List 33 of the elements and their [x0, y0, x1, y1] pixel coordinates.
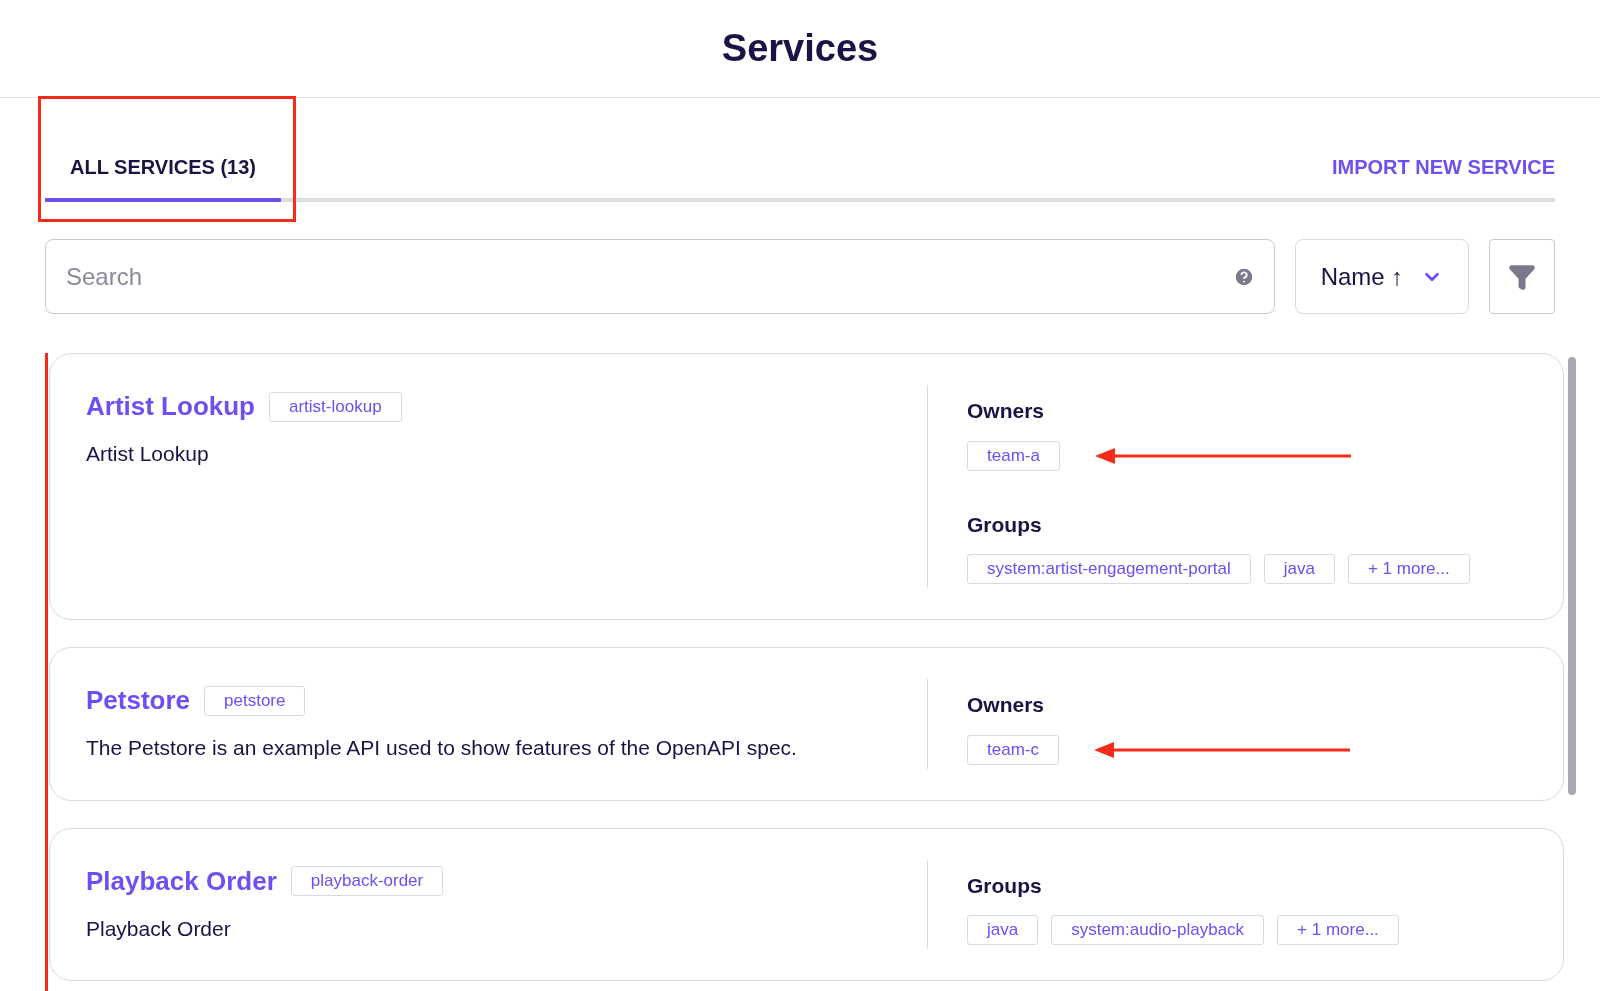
service-description: The Petstore is an example API used to show features of the OpenAPI spec. — [86, 735, 798, 761]
help-icon[interactable] — [1233, 265, 1255, 288]
service-slug: petstore — [204, 685, 306, 716]
service-name[interactable]: Playback Order — [86, 861, 277, 901]
tag[interactable]: java — [1263, 554, 1335, 584]
scrollbar-thumb[interactable] — [1568, 357, 1576, 795]
tag[interactable]: + 1 more... — [1347, 554, 1470, 584]
section-heading: Owners — [967, 692, 1046, 718]
import-service-link[interactable]: IMPORT NEW SERVICE — [1332, 152, 1555, 198]
tab[interactable]: ALL SERVICES (13) — [45, 140, 281, 202]
service-description: Playback Order — [86, 915, 232, 942]
tag[interactable]: system:audio-playback — [1051, 915, 1265, 945]
sort-dropdown[interactable]: Name ↑ — [1295, 239, 1469, 314]
section-heading: Groups — [967, 872, 1043, 899]
tag[interactable]: + 1 more... — [1277, 915, 1399, 945]
service-description: Artist Lookup — [86, 441, 210, 467]
search-field[interactable]: Search — [45, 239, 1275, 314]
service-slug: artist-lookup — [269, 391, 402, 422]
tag[interactable]: system:artist-engagement-portal — [967, 554, 1251, 584]
service-slug: playback-order — [290, 866, 444, 896]
service-card[interactable]: Playback Order playback-order Playback Order Groups java system:audio-playback + 1 more... — [49, 827, 1564, 981]
tag[interactable]: java — [967, 915, 1039, 945]
section-heading: Groups — [967, 511, 1043, 538]
tag[interactable]: team-c — [967, 734, 1059, 765]
service-card[interactable]: Petstore petstore The Petstore is an example API used to show features of the OpenAPI spec. Owners team-c — [49, 647, 1564, 801]
service-card[interactable]: Artist Lookup artist-lookup Artist Lookup Owners team-a Groups system:artist-engagement-portal java + 1 more... — [49, 353, 1564, 620]
service-name[interactable]: Petstore — [86, 681, 191, 720]
filter-icon — [1508, 262, 1536, 291]
section-heading: Owners — [967, 398, 1046, 424]
tag[interactable]: team-a — [967, 440, 1060, 471]
page-title: Services — [721, 26, 879, 71]
service-name[interactable]: Artist Lookup — [86, 387, 255, 426]
filter-button[interactable] — [1489, 239, 1555, 314]
